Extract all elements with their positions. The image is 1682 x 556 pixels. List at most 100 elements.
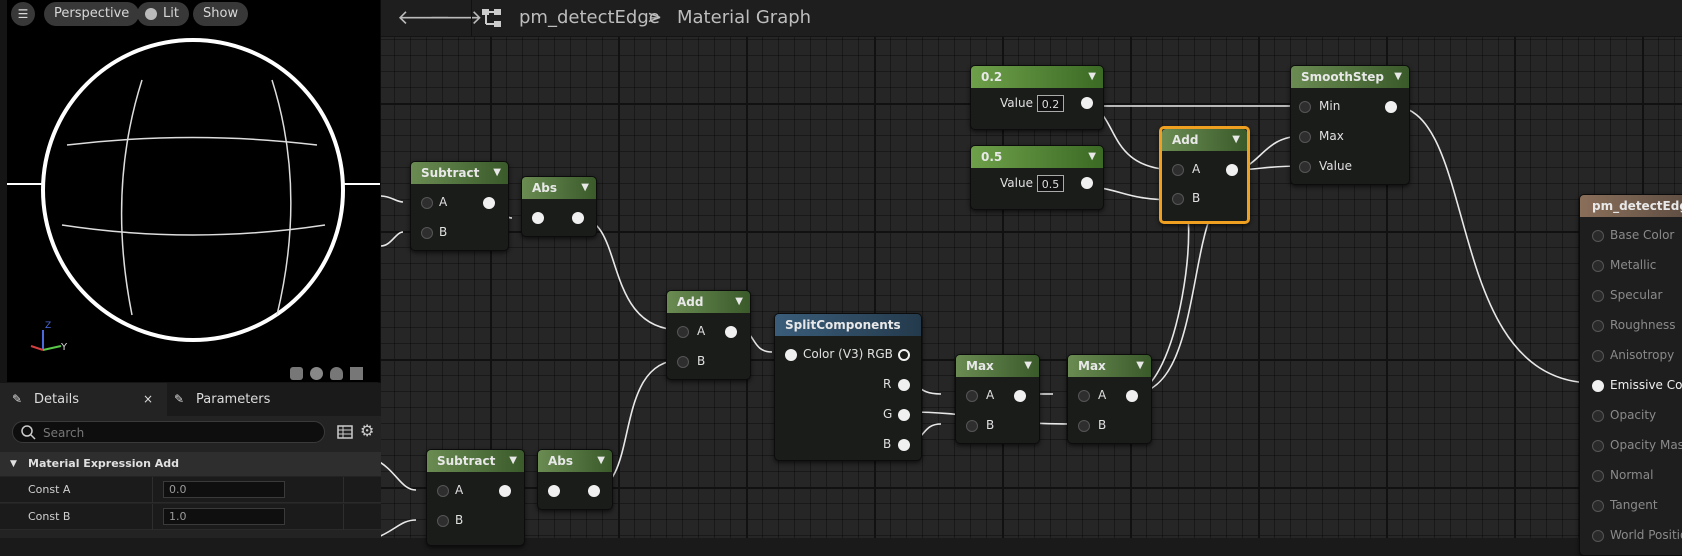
- tab-details[interactable]: ✎ Details ×: [0, 383, 167, 416]
- output-pin[interactable]: [1081, 97, 1093, 109]
- constant-node-0-5-header[interactable]: 0.5 ▼: [971, 146, 1103, 168]
- abs-node-2[interactable]: Abs ▼: [537, 449, 613, 510]
- cylinder-icon[interactable]: [290, 367, 303, 380]
- const-a-field[interactable]: [163, 481, 285, 498]
- search-input[interactable]: [41, 423, 315, 443]
- input-pin-a[interactable]: [677, 326, 689, 338]
- cube-icon[interactable]: [350, 367, 364, 380]
- input-pin-a[interactable]: [1172, 164, 1184, 176]
- show-button[interactable]: Show: [193, 2, 249, 26]
- chevron-down-icon[interactable]: ▼: [509, 450, 517, 472]
- input-pin-color[interactable]: [785, 349, 797, 361]
- chevron-down-icon[interactable]: ▼: [597, 450, 605, 472]
- forward-arrow-icon[interactable]: 🡒: [429, 5, 483, 29]
- input-pin-min[interactable]: [1299, 101, 1311, 113]
- smoothstep-node-header[interactable]: SmoothStep ▼: [1291, 66, 1409, 88]
- material-output-node[interactable]: pm_detectEdge Base Color Metallic Specul…: [1579, 194, 1682, 556]
- abs-node-header[interactable]: Abs ▼: [522, 177, 596, 199]
- output-pin-r[interactable]: [898, 379, 910, 391]
- add-node-header[interactable]: Add ▼: [667, 291, 750, 313]
- input-pin-max[interactable]: [1299, 131, 1311, 143]
- split-components-header[interactable]: SplitComponents: [775, 314, 921, 336]
- plane-icon[interactable]: [330, 367, 344, 380]
- perspective-button[interactable]: Perspective: [44, 2, 140, 26]
- chevron-down-icon[interactable]: ▼: [1088, 66, 1096, 88]
- output-pin[interactable]: [499, 485, 511, 497]
- output-pin[interactable]: [1385, 101, 1397, 113]
- breadcrumb-graph[interactable]: Material Graph: [677, 7, 811, 28]
- constant-node-0-2[interactable]: 0.2 ▼ Value 0.2: [970, 65, 1104, 130]
- input-pin-a[interactable]: [421, 197, 433, 209]
- input-pin-a[interactable]: [1078, 390, 1090, 402]
- constant-node-0-2-header[interactable]: 0.2 ▼: [971, 66, 1103, 88]
- breadcrumb-asset[interactable]: pm_detectEdge: [519, 7, 660, 28]
- input-pin[interactable]: [548, 485, 560, 497]
- subtract-node-1[interactable]: Subtract ▼ A B: [410, 161, 509, 251]
- max-node-2[interactable]: Max ▼ A B: [1067, 354, 1152, 444]
- add-node-2[interactable]: Add ▼ A B: [666, 290, 751, 380]
- chevron-down-icon[interactable]: ▼: [1024, 355, 1032, 377]
- input-pin-b[interactable]: [437, 515, 449, 527]
- input-pin-a[interactable]: [437, 485, 449, 497]
- output-pin-b[interactable]: [898, 439, 910, 451]
- output-pin[interactable]: [483, 197, 495, 209]
- sphere-icon[interactable]: [310, 367, 324, 380]
- const-b-field[interactable]: [163, 508, 285, 525]
- details-search[interactable]: [12, 421, 325, 443]
- subtract-node-2[interactable]: Subtract ▼ A B: [426, 449, 525, 546]
- preview-viewport[interactable]: ☰ Perspective Lit Show Z Y: [7, 0, 380, 382]
- pencil-icon: ✎: [174, 392, 185, 406]
- output-pin-g[interactable]: [898, 409, 910, 421]
- input-pin-value[interactable]: [1299, 161, 1311, 173]
- value-field[interactable]: 0.5: [1037, 175, 1064, 192]
- input-pin-b[interactable]: [966, 420, 978, 432]
- input-pin-b[interactable]: [1172, 193, 1184, 205]
- output-pin[interactable]: [1226, 164, 1238, 176]
- input-pin-a[interactable]: [966, 390, 978, 402]
- output-pin[interactable]: [1014, 390, 1026, 402]
- chevron-down-icon[interactable]: ▼: [1232, 129, 1240, 151]
- value-field[interactable]: 0.2: [1037, 95, 1064, 112]
- subtract-node-header[interactable]: Subtract ▼: [427, 450, 524, 472]
- value-label: Value: [1000, 96, 1033, 110]
- abs-node-1[interactable]: Abs ▼: [521, 176, 597, 237]
- max-node-header[interactable]: Max ▼: [956, 355, 1039, 377]
- output-pin[interactable]: [1126, 390, 1138, 402]
- input-pin-b[interactable]: [677, 356, 689, 368]
- table-view-icon[interactable]: [337, 424, 353, 440]
- split-components-node[interactable]: SplitComponents Color (V3) RGB R G B: [774, 313, 922, 461]
- add-node-selected[interactable]: Add ▼ A B: [1159, 126, 1250, 224]
- chevron-down-icon[interactable]: ▼: [1136, 355, 1144, 377]
- chevron-down-icon[interactable]: ▼: [581, 177, 589, 199]
- add-node-header[interactable]: Add ▼: [1162, 129, 1247, 151]
- input-pin-b[interactable]: [421, 227, 433, 239]
- output-pin[interactable]: [725, 326, 737, 338]
- input-pin-b[interactable]: [1078, 420, 1090, 432]
- subtract-node-header[interactable]: Subtract ▼: [411, 162, 508, 184]
- max-node-1[interactable]: Max ▼ A B: [955, 354, 1040, 444]
- gear-icon[interactable]: ⚙: [360, 421, 374, 440]
- abs-node-header[interactable]: Abs ▼: [538, 450, 612, 472]
- lit-button[interactable]: Lit: [137, 2, 189, 26]
- material-output-header[interactable]: pm_detectEdge: [1580, 195, 1682, 217]
- output-pin-rgb[interactable]: [898, 349, 910, 361]
- output-pin[interactable]: [1081, 177, 1093, 189]
- section-material-expression-add[interactable]: ▼ Material Expression Add: [0, 452, 381, 476]
- constant-node-0-5[interactable]: 0.5 ▼ Value 0.5: [970, 145, 1104, 210]
- chevron-down-icon[interactable]: ▼: [493, 162, 501, 184]
- close-icon[interactable]: ×: [143, 383, 153, 416]
- output-pin[interactable]: [588, 485, 600, 497]
- chevron-down-icon[interactable]: ▼: [735, 291, 743, 313]
- node-title: 0.5: [981, 150, 1003, 164]
- graph-hierarchy-icon[interactable]: [481, 7, 503, 29]
- smoothstep-node[interactable]: SmoothStep ▼ Min Max Value: [1290, 65, 1410, 185]
- hamburger-menu-icon[interactable]: ☰: [11, 2, 35, 26]
- input-pin[interactable]: [532, 212, 544, 224]
- output-pin[interactable]: [572, 212, 584, 224]
- chevron-down-icon[interactable]: ▼: [1394, 66, 1402, 88]
- chevron-down-icon[interactable]: ▼: [1088, 146, 1096, 168]
- max-node-header[interactable]: Max ▼: [1068, 355, 1151, 377]
- node-title: Add: [1172, 133, 1199, 147]
- pin-label: B: [883, 437, 892, 451]
- tab-parameters[interactable]: ✎ Parameters: [168, 383, 358, 416]
